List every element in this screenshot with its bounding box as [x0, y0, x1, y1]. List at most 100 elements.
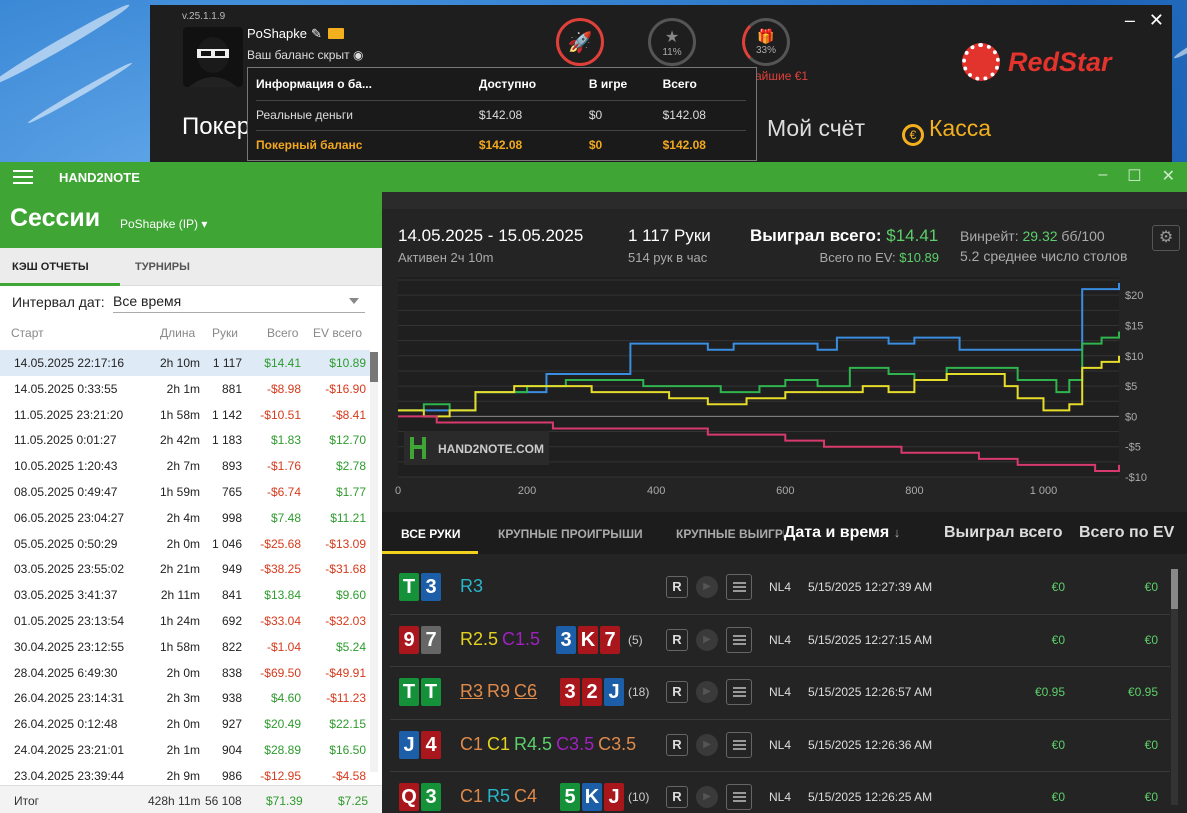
eye-icon[interactable]: ◉: [353, 48, 363, 62]
maximize-icon[interactable]: ☐: [1127, 166, 1141, 186]
nav-cashier[interactable]: € Касса: [902, 115, 991, 146]
hand-history-icon[interactable]: [726, 679, 752, 705]
tab-big-wins[interactable]: КРУПНЫЕ ВЫИГРЫШИ: [676, 527, 784, 541]
table-row[interactable]: 14.05.2025 22:17:16 2h 10m 1 117 $14.41 $10.…: [0, 350, 370, 376]
table-row[interactable]: 14.05.2025 0:33:55 2h 1m 881 -$8.98 -$16.90: [0, 376, 370, 402]
star-progress[interactable]: ★ 11%: [648, 18, 696, 66]
username[interactable]: PoShapke ✎: [247, 26, 344, 42]
balance-header: Доступно: [478, 68, 589, 101]
close-icon[interactable]: ✕: [1149, 10, 1164, 31]
replay-button[interactable]: R: [666, 733, 688, 756]
hand-history-icon[interactable]: [726, 574, 752, 600]
table-row[interactable]: 05.05.2025 0:50:29 2h 0m 1 046 -$25.68 -$13.…: [0, 531, 370, 557]
table-row[interactable]: 30.04.2025 23:12:55 1h 58m 822 -$1.04 $5.24: [0, 634, 370, 660]
play-icon[interactable]: ▶: [696, 681, 718, 703]
hand-row[interactable]: 9 7 R2.5 C1.5 3 K 7 (5) R ▶ NL4 5/15/2025 12:27:15 …: [390, 615, 1170, 667]
session-active-time: Активен 2ч 10m: [398, 250, 494, 265]
sessions-scrollbar[interactable]: [370, 352, 378, 772]
col-start[interactable]: Старт: [11, 326, 44, 340]
table-row[interactable]: 06.05.2025 23:04:27 2h 4m 998 $7.48 $11.21: [0, 505, 370, 531]
total-label: Итог: [14, 794, 40, 808]
tab-tournaments[interactable]: ТУРНИРЫ: [135, 261, 190, 273]
tab-big-losses[interactable]: КРУПНЫЕ ПРОИГРЫШИ: [498, 527, 643, 541]
sessions-total-row: Итог 428h 11m 56 108 $71.39 $7.25: [0, 785, 382, 813]
col-length[interactable]: Длина: [160, 326, 195, 340]
tab-cash[interactable]: КЭШ ОТЧЕТЫ: [12, 261, 89, 273]
tab-all-hands[interactable]: ВСЕ РУКИ: [401, 527, 460, 541]
hand-datetime: 5/15/2025 12:26:57 AM: [808, 685, 933, 699]
session-length: 1h 58m: [159, 407, 200, 422]
table-row[interactable]: 28.04.2025 6:49:30 2h 0m 838 -$69.50 -$49.91: [0, 660, 370, 686]
session-start: 24.04.2025 23:21:01: [14, 742, 125, 757]
hand-ev: €0: [1144, 580, 1158, 594]
session-start: 03.05.2025 23:55:02: [14, 562, 125, 577]
play-icon[interactable]: ▶: [696, 733, 718, 756]
close-icon[interactable]: ✕: [1162, 166, 1175, 186]
col-total[interactable]: Всего: [267, 326, 298, 340]
avatar[interactable]: [183, 27, 243, 87]
table-row[interactable]: 11.05.2025 23:21:20 1h 58m 1 142 -$10.51 -$8…: [0, 402, 370, 428]
table-row[interactable]: 26.04.2025 23:14:31 2h 3m 938 $4.60 -$11.23: [0, 685, 370, 711]
preflop-actions: R2.5 C1.5: [460, 629, 544, 650]
x-tick-label: 200: [518, 485, 536, 497]
balance-hidden-label[interactable]: Ваш баланс скрыт ◉: [247, 48, 363, 62]
total-ev: $7.25: [338, 794, 369, 808]
scrollbar-thumb[interactable]: [370, 352, 378, 382]
action-label: R5: [487, 786, 511, 806]
hands-scrollbar[interactable]: [1171, 569, 1178, 805]
board-cards: 5KJ: [560, 783, 624, 811]
play-icon[interactable]: ▶: [696, 628, 718, 651]
gear-icon[interactable]: ⚙: [1152, 225, 1180, 251]
game-limit: NL4: [769, 580, 792, 594]
play-icon[interactable]: ▶: [696, 786, 718, 808]
replay-button[interactable]: R: [666, 681, 688, 703]
minimize-icon[interactable]: –: [1125, 10, 1135, 31]
table-row[interactable]: 11.05.2025 0:01:27 2h 42m 1 183 $1.83 $12.70: [0, 427, 370, 453]
col-ev[interactable]: Всего по EV: [1079, 524, 1174, 542]
action-label: C4: [514, 786, 538, 806]
scrollbar-thumb[interactable]: [1171, 569, 1178, 609]
session-hands: 949: [221, 562, 242, 577]
tab-underline: [382, 551, 478, 554]
table-row[interactable]: 03.05.2025 23:55:02 2h 21m 949 -$38.25 -$31.…: [0, 556, 370, 582]
session-ev: $12.70: [329, 433, 366, 448]
session-total: -$1.76: [266, 459, 301, 474]
table-row[interactable]: 03.05.2025 3:41:37 2h 11m 841 $13.84 $9.60: [0, 582, 370, 608]
interval-select[interactable]: Все время: [113, 293, 365, 313]
play-icon[interactable]: ▶: [696, 576, 718, 598]
table-row[interactable]: 24.04.2025 23:21:01 2h 1m 904 $28.89 $16.50: [0, 737, 370, 763]
col-datetime[interactable]: Дата и время ↓: [784, 524, 900, 542]
col-won[interactable]: Выиграл всего: [944, 524, 1062, 542]
board-cards: 3K7: [556, 625, 620, 654]
hand-row[interactable]: J 4 C1 C1 R4.5 C3.5 C3.5 R ▶ NL4 5/15/2025 12:26:3…: [390, 720, 1170, 772]
table-row[interactable]: 26.04.2025 0:12:48 2h 0m 927 $20.49 $22.15: [0, 711, 370, 737]
hand-row[interactable]: T 3 R3 R ▶ NL4 5/15/2025 12:27:39 AM €0 €0: [390, 562, 1170, 615]
hand-history-icon[interactable]: [726, 731, 752, 758]
table-row[interactable]: 01.05.2025 23:13:54 1h 24m 692 -$33.04 -$32.…: [0, 608, 370, 634]
replay-button[interactable]: R: [666, 628, 688, 651]
sessions-header: Сессии PoShapke (IP) ▾: [0, 192, 382, 248]
gift-progress[interactable]: 🎁 33%: [742, 18, 790, 66]
hand-row[interactable]: Q 3 C1 R5 C4 5 K J (10) R ▶ NL4 5/15/2025 12:26:25 A…: [390, 772, 1170, 813]
table-row[interactable]: 10.05.2025 1:20:43 2h 7m 893 -$1.76 $2.78: [0, 453, 370, 479]
mail-icon[interactable]: [327, 28, 344, 39]
minimize-icon[interactable]: –: [1098, 166, 1107, 186]
hand-history-icon[interactable]: [726, 626, 752, 653]
session-ev: -$8.41: [331, 407, 366, 422]
replay-button[interactable]: R: [666, 786, 688, 808]
hamburger-menu-icon[interactable]: [13, 170, 33, 184]
session-total: $20.49: [264, 717, 301, 732]
nav-account[interactable]: Мой счёт: [767, 115, 865, 142]
rocket-icon[interactable]: 🚀: [556, 18, 604, 66]
session-start: 03.05.2025 3:41:37: [14, 588, 118, 603]
hand-row[interactable]: T T R3 R9 C6 3 2 J (18) R ▶ NL4 5/15/2025 12:26:57 A…: [390, 667, 1170, 720]
hand-history-icon[interactable]: [726, 784, 752, 810]
hand-datetime: 5/15/2025 12:26:25 AM: [808, 790, 933, 804]
replay-button[interactable]: R: [666, 576, 688, 598]
col-ev-total[interactable]: EV всего: [313, 326, 362, 340]
edit-icon[interactable]: ✎: [311, 26, 322, 41]
table-row[interactable]: 08.05.2025 0:49:47 1h 59m 765 -$6.74 $1.77: [0, 479, 370, 505]
nav-poker[interactable]: Покер: [182, 113, 250, 141]
col-hands[interactable]: Руки: [212, 326, 238, 340]
player-selector[interactable]: PoShapke (IP) ▾: [120, 217, 207, 231]
